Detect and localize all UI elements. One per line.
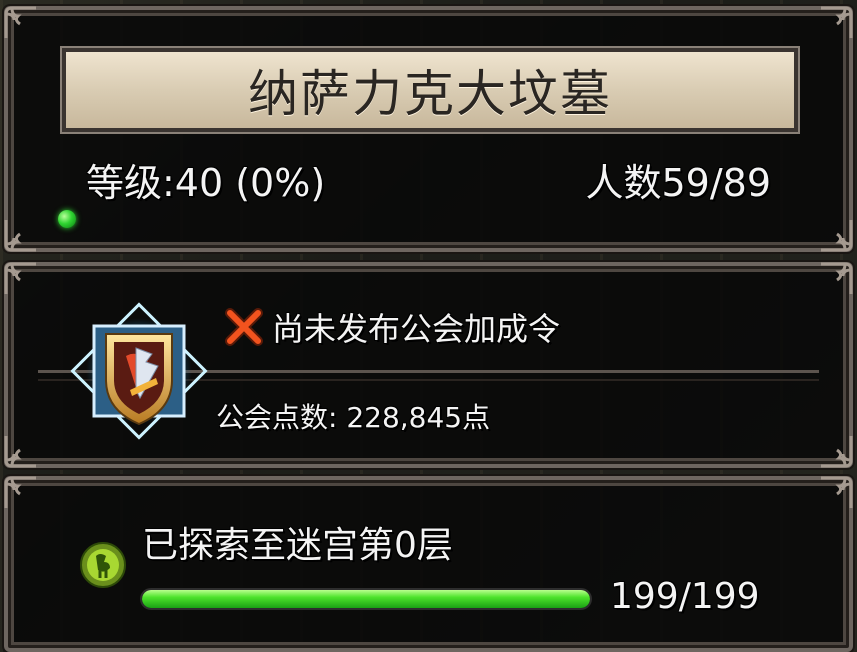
guild-info-panel: 纳萨力克大坟墓 等级:40 (0%) 人数59/89 — [4, 6, 853, 252]
guild-shield-emblem-icon[interactable] — [64, 296, 214, 446]
labyrinth-progress-bar — [140, 588, 592, 610]
ornament-corner-icon — [819, 476, 853, 510]
ornament-corner-icon — [4, 6, 38, 40]
ornament-corner-icon — [819, 434, 853, 468]
guild-name: 纳萨力克大坟墓 — [248, 65, 612, 123]
ornament-corner-icon — [4, 262, 38, 296]
guild-level: 等级:40 (0%) — [86, 161, 326, 205]
labyrinth-progress-fill — [142, 590, 590, 608]
labyrinth-progress-value: 199/199 — [610, 576, 760, 617]
labyrinth-progress-label: 已探索至迷宫第0层 — [142, 525, 453, 566]
red-x-icon — [222, 305, 266, 349]
online-status-dot — [58, 210, 76, 228]
ornament-corner-icon — [4, 476, 38, 510]
ornament-corner-icon — [819, 6, 853, 40]
labyrinth-panel: 已探索至迷宫第0层 199/199 — [4, 476, 853, 652]
ornament-corner-icon — [4, 434, 38, 468]
guild-members-count: 人数59/89 — [585, 161, 771, 205]
guild-points: 公会点数: 228,845点 — [216, 401, 491, 434]
guild-decree-panel: 尚未发布公会加成令 公会点数: 228,845点 — [4, 262, 853, 468]
guild-name-plate: 纳萨力克大坟墓 — [62, 48, 798, 132]
ornament-corner-icon — [4, 218, 38, 252]
guild-decree-text: 尚未发布公会加成令 — [272, 310, 561, 348]
maze-green-icon — [78, 540, 128, 590]
ornament-corner-icon — [819, 262, 853, 296]
ornament-corner-icon — [819, 218, 853, 252]
guild-decree-status: 尚未发布公会加成令 — [222, 304, 560, 350]
